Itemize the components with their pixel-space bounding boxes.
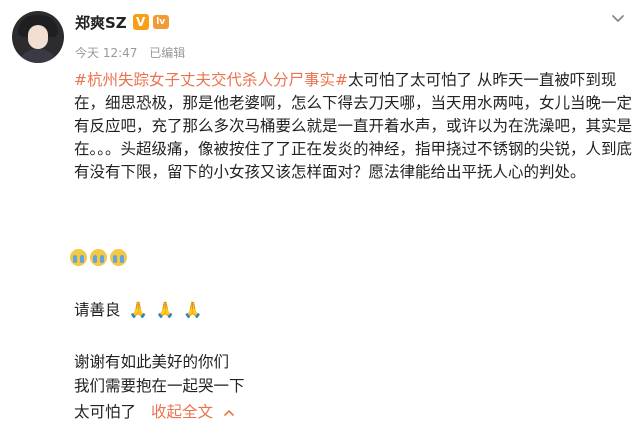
line-kind-text: 请善良 bbox=[74, 301, 121, 319]
post-body: #杭州失踪女子丈夫交代杀人分尸事实#太可怕了太可怕了 从昨天一直被吓到现在，细思… bbox=[74, 69, 634, 184]
collapse-link[interactable]: 收起全文 bbox=[151, 403, 235, 421]
chevron-down-icon[interactable] bbox=[610, 10, 626, 26]
crying-face-icon bbox=[90, 249, 107, 266]
avatar-cloth bbox=[17, 49, 59, 63]
line-hug: 我们需要抱在一起哭一下 bbox=[74, 377, 245, 395]
collapse-label[interactable]: 收起全文 bbox=[151, 403, 213, 421]
edited-label[interactable]: 已编辑 bbox=[149, 46, 185, 60]
line-scary: 太可怕了 收起全文 bbox=[74, 400, 235, 422]
praying-hands-icon: 🙏 bbox=[128, 301, 148, 319]
avatar[interactable] bbox=[12, 11, 64, 63]
username-row: 郑爽SZ V lv bbox=[75, 11, 169, 33]
line-scary-text: 太可怕了 bbox=[74, 403, 137, 421]
crying-face-icon bbox=[110, 249, 127, 266]
emoji-row bbox=[70, 249, 127, 266]
post-meta: 今天 12:47 已编辑 bbox=[75, 44, 193, 61]
praying-hands-icon: 🙏 bbox=[155, 301, 176, 319]
verified-badge: V bbox=[132, 14, 149, 30]
username[interactable]: 郑爽SZ bbox=[75, 12, 127, 33]
chevron-up-icon[interactable] bbox=[223, 408, 235, 418]
avatar-face bbox=[28, 25, 48, 49]
praying-hands-icon: 🙏 bbox=[182, 301, 203, 319]
line-kind: 请善良 🙏 🙏 🙏 bbox=[74, 298, 202, 320]
crying-face-icon bbox=[70, 249, 87, 266]
post-time[interactable]: 今天 12:47 bbox=[75, 46, 137, 60]
hashtag-link[interactable]: #杭州失踪女子丈夫交代杀人分尸事实# bbox=[74, 71, 348, 89]
line-thanks: 谢谢有如此美好的你们 bbox=[74, 353, 230, 371]
level-badge: lv bbox=[152, 15, 169, 29]
